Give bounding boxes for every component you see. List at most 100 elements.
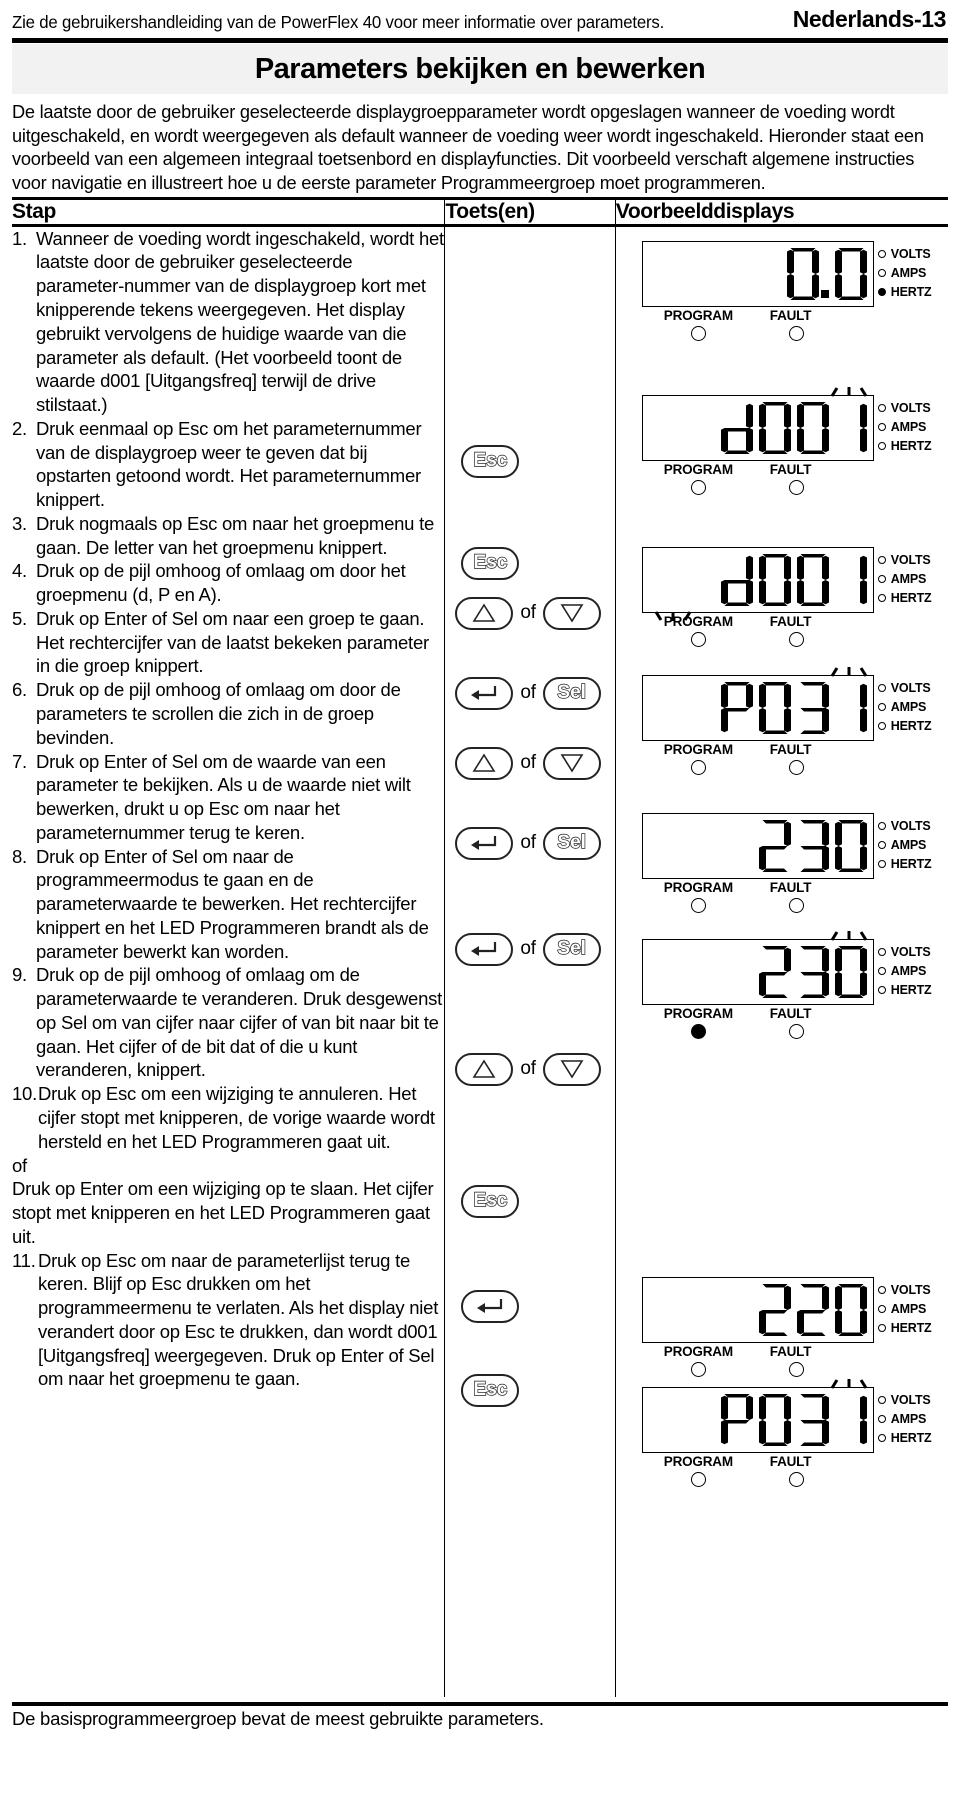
intro-paragraph: De laatste door de gebruiker geselecteer… (12, 101, 924, 194)
status-led-row: PROGRAM FAULT (642, 461, 874, 501)
or-label: of (520, 602, 536, 624)
sel-key-icon[interactable]: Sel (542, 932, 601, 966)
key-group-step-9: of (455, 1052, 601, 1086)
display-panels-host: VOLTS AMPS HERTZ PROGRAM FAULT VOLTS AMP… (616, 227, 948, 1697)
blink-indicator-icon (830, 386, 868, 397)
unit-indicator-list: VOLTS AMPS HERTZ (877, 1281, 932, 1338)
seven-segment-digit (834, 1283, 867, 1336)
esc-key-icon[interactable]: Esc (461, 546, 520, 580)
enter-key-icon[interactable] (455, 826, 514, 860)
hertz-label: HERTZ (890, 718, 932, 733)
down-arrow-key-icon[interactable] (542, 1052, 601, 1086)
up-arrow-key-icon[interactable] (455, 746, 514, 780)
fault-led-icon (788, 1471, 804, 1487)
sel-key-icon[interactable]: Sel (542, 676, 601, 710)
up-arrow-key-icon[interactable] (455, 596, 514, 630)
volts-led-icon (877, 250, 886, 259)
fault-led-icon (788, 897, 804, 913)
esc-key-icon[interactable]: Esc (461, 1184, 520, 1218)
key-group-step-8: of Sel (455, 932, 601, 966)
seven-segment-digit (859, 403, 867, 452)
status-led-row: PROGRAM FAULT (642, 1453, 874, 1493)
column-header-displays: Voorbeelddisplays (614, 198, 948, 226)
amps-label: AMPS (890, 265, 927, 280)
steps-list: 1. Wanneer de voeding wordt ingeschakeld,… (12, 227, 444, 1392)
unit-indicator-volts: VOLTS (877, 943, 932, 962)
program-label: PROGRAM (663, 879, 733, 895)
unit-indicator-amps: AMPS (877, 570, 932, 589)
seven-segment-digit (758, 945, 791, 998)
program-led-icon (690, 1361, 706, 1377)
list-item: 11. Druk op Esc om naar de parameterlijst… (12, 1249, 444, 1392)
step-text: Druk op Enter of Sel om de waarde van ee… (36, 750, 411, 843)
program-led-icon (690, 1471, 706, 1487)
list-item: 5. Druk op Enter of Sel om naar een groep… (12, 607, 444, 678)
led-display-panel: VOLTS AMPS HERTZ PROGRAM FAULT (641, 666, 932, 781)
unit-indicator-list: VOLTS AMPS HERTZ (877, 245, 932, 302)
down-triangle-glyph (560, 754, 584, 773)
lcd-screen (641, 240, 874, 307)
amps-label: AMPS (890, 837, 927, 852)
fault-label: FAULT (769, 1343, 812, 1359)
blinking-digit-marker (829, 1378, 869, 1390)
step-text: Druk op Esc om naar de parameterlijst te… (38, 1249, 439, 1390)
up-arrow-key-icon[interactable] (455, 1052, 514, 1086)
seven-segment-digit (720, 403, 753, 454)
displays-cell: VOLTS AMPS HERTZ PROGRAM FAULT VOLTS AMP… (614, 225, 948, 1697)
lcd-screen (641, 666, 874, 741)
enter-key-icon[interactable] (455, 932, 514, 966)
step-text: Druk op de pijl omhoog of omlaag om door… (36, 560, 406, 606)
program-label: PROGRAM (663, 613, 733, 629)
hertz-led-icon (877, 1434, 886, 1443)
led-display-panel: VOLTS AMPS HERTZ PROGRAM FAULT (641, 812, 932, 919)
amps-led-icon (877, 703, 886, 712)
lcd-value (754, 816, 868, 876)
led-display-panel: VOLTS AMPS HERTZ PROGRAM FAULT (641, 386, 932, 501)
key-group-step-6: of (455, 746, 601, 780)
unit-indicator-hertz: HERTZ (877, 855, 932, 874)
step-text: Druk op Esc om een wijziging te annulere… (38, 1083, 435, 1152)
enter-key-icon[interactable] (455, 676, 514, 710)
step-10-alt-text-row: Druk op Enter om een wijziging op te sla… (12, 1177, 444, 1248)
or-label: of (520, 938, 536, 960)
step-number: 6. (12, 679, 27, 701)
step-10-or-label-row: of (12, 1154, 444, 1178)
led-display-panel: VOLTS AMPS HERTZ PROGRAM FAULT (641, 546, 932, 653)
program-led-icon (690, 759, 706, 775)
sel-key-label: Sel (557, 681, 587, 704)
fault-led-icon (788, 759, 804, 775)
seven-segment-digit (834, 247, 867, 300)
blinking-digit-marker (829, 930, 869, 942)
keys-cell: Esc Esc of of Sel of of Sel of Sel of Es… (444, 225, 616, 1697)
down-arrow-key-icon[interactable] (542, 596, 601, 630)
hertz-label: HERTZ (890, 438, 932, 453)
sel-key-icon[interactable]: Sel (542, 826, 601, 860)
down-triangle-glyph (560, 604, 584, 623)
column-header-keys: Toets(en) (444, 198, 616, 226)
esc-key-label: Esc (473, 1189, 508, 1212)
esc-key-icon[interactable]: Esc (461, 1373, 520, 1407)
unit-indicator-list: VOLTS AMPS HERTZ (877, 399, 932, 456)
lcd-value (716, 550, 868, 610)
table-header-row: Stap Toets(en) Voorbeelddisplays (12, 198, 948, 226)
hertz-led-icon (877, 594, 886, 603)
led-display-panel: VOLTS AMPS HERTZ PROGRAM FAULT (641, 1276, 932, 1383)
volts-led-icon (877, 556, 886, 565)
volts-label: VOLTS (890, 1282, 931, 1297)
fault-label: FAULT (769, 879, 812, 895)
document-page: Zie de gebruikershandleiding van de Powe… (0, 0, 960, 1796)
unit-indicator-list: VOLTS AMPS HERTZ (877, 817, 932, 874)
step-text: Druk op Enter of Sel om naar een groep t… (36, 607, 429, 677)
key-group-step-3: Esc (461, 546, 520, 580)
unit-indicator-amps: AMPS (877, 698, 932, 717)
or-label: of (520, 752, 536, 774)
enter-key-icon[interactable] (461, 1289, 520, 1323)
hertz-led-icon (877, 1324, 886, 1333)
amps-label: AMPS (890, 699, 927, 714)
or-label: of (520, 682, 536, 704)
esc-key-icon[interactable]: Esc (461, 444, 520, 478)
led-display-panel: VOLTS AMPS HERTZ PROGRAM FAULT (641, 1378, 932, 1493)
down-arrow-key-icon[interactable] (542, 746, 601, 780)
hertz-led-icon (877, 986, 886, 995)
hertz-led-icon (877, 860, 886, 869)
